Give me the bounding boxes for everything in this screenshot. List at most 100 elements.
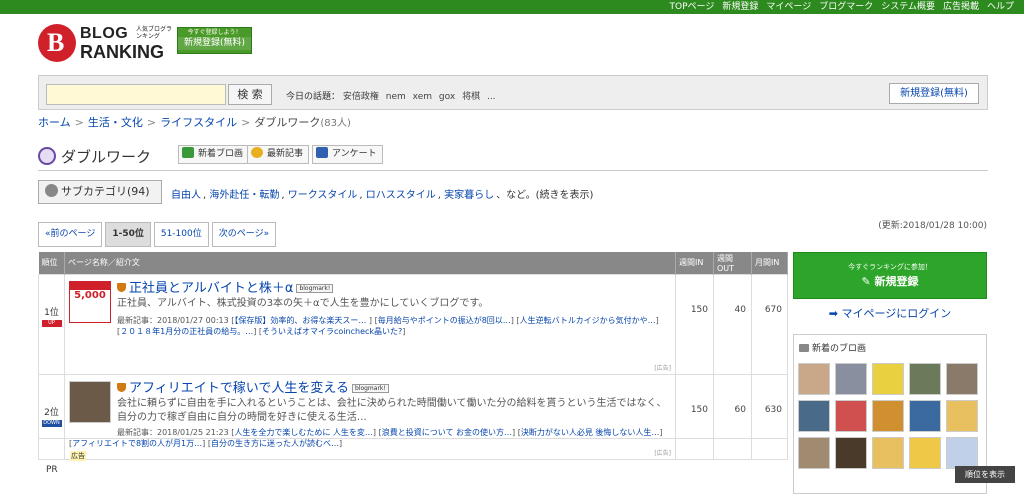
- page-title: ダブルワーク: [61, 147, 152, 166]
- topics-label: 今日の話題：: [286, 92, 341, 102]
- blog-image-thumb[interactable]: [946, 363, 978, 395]
- category-header: ダブルワーク: [38, 143, 151, 169]
- camera-icon: [182, 147, 194, 158]
- blog-image-grid: [798, 363, 984, 469]
- latest-articles-button[interactable]: 最新記事: [247, 145, 310, 164]
- topic-link[interactable]: ...: [487, 92, 496, 102]
- blog-ranking-logo[interactable]: B BLOG 人気ブログランキング RANKING: [38, 24, 178, 62]
- login-link-wrap: ➡ マイページにログイン: [793, 305, 987, 321]
- page-1-50[interactable]: 1-50位: [105, 222, 151, 247]
- subcategory-link[interactable]: 海外赴任・転勤: [209, 190, 279, 201]
- breadcrumb: ホーム > 生活・文化 > ライフスタイル > ダブルワーク(83人): [38, 116, 351, 129]
- article-link[interactable]: 決断力がない人必見 後悔しない人生…: [521, 428, 660, 437]
- topnav-register[interactable]: 新規登録: [722, 1, 758, 13]
- blog-thumbnail[interactable]: 5,000: [69, 280, 111, 323]
- pen-icon: ✎: [861, 275, 875, 288]
- show-rank-button[interactable]: 順位を表示: [955, 466, 1015, 483]
- breadcrumb-lifestyle[interactable]: ライフスタイル: [160, 116, 237, 129]
- rank-up-badge: UP: [41, 319, 62, 327]
- blog-image-thumb[interactable]: [909, 437, 941, 469]
- blog-image-thumb[interactable]: [798, 437, 830, 469]
- divider: [38, 170, 988, 171]
- last-updated: (更新:2018/01/28 10:00): [878, 221, 987, 231]
- member-count: (83人): [320, 118, 351, 129]
- in-month-value: 670: [751, 273, 788, 375]
- topnav-ads[interactable]: 広告掲載: [943, 1, 979, 13]
- breadcrumb-current: ダブルワーク: [254, 116, 321, 129]
- search-bar: 検 索 今日の話題： 安倍政権 nem xem gox 将棋 ... 新規登録(…: [38, 75, 988, 110]
- blog-image-thumb[interactable]: [798, 363, 830, 395]
- topnav-mypage[interactable]: マイページ: [766, 1, 811, 13]
- blog-title-link[interactable]: 正社員とアルバイトと株＋α: [129, 281, 293, 296]
- article-link[interactable]: 人生を全力で楽しむために 人生を変…: [234, 428, 373, 437]
- search-input[interactable]: [46, 84, 226, 105]
- article-link[interactable]: 毎月給与やポイントの振込が8回以…: [378, 316, 511, 325]
- logo-b-icon: B: [38, 24, 76, 62]
- article-link[interactable]: 人生逆転バトルカイジから気付かや…: [520, 316, 656, 325]
- breadcrumb-lifestyle-culture[interactable]: 生活・文化: [88, 116, 143, 129]
- shield-icon: [117, 282, 126, 292]
- ranking-table: 順位 ページ名称／紹介文 週間IN 週間OUT 月間IN 1位 UP 5,000…: [38, 252, 788, 460]
- trending-topics: 今日の話題： 安倍政権 nem xem gox 将棋 ...: [286, 89, 500, 102]
- topnav-system[interactable]: システム概要: [881, 1, 935, 13]
- blog-image-thumb[interactable]: [872, 400, 904, 432]
- category-emblem-icon: [38, 147, 56, 165]
- breadcrumb-home[interactable]: ホーム: [38, 116, 71, 129]
- mypage-login-link[interactable]: マイページにログイン: [841, 307, 951, 320]
- blog-title-link[interactable]: アフィリエイトで稼いで人生を変える: [129, 381, 349, 396]
- blog-image-thumb[interactable]: [946, 400, 978, 432]
- blog-image-thumb[interactable]: [835, 400, 867, 432]
- col-rank: 順位: [38, 252, 65, 274]
- topic-link[interactable]: 将棋: [462, 92, 480, 102]
- survey-button[interactable]: アンケート: [312, 145, 383, 164]
- blog-description: 会社に頼らずに自由を手に入れるということは、会社に決められた時間働いて働いた分の…: [117, 397, 667, 423]
- topnav-top[interactable]: TOPページ: [670, 1, 715, 13]
- next-page-button[interactable]: 次のページ»: [211, 222, 277, 247]
- join-ranking-button[interactable]: 今すぐランキングに参加！ ✎ 新規登録: [793, 252, 987, 299]
- article-link[interactable]: 浪費と投資について お金の使い方…: [382, 428, 512, 437]
- col-name: ページ名称／紹介文: [64, 252, 676, 274]
- subcategory-button[interactable]: サブカテゴリ(94): [38, 180, 162, 204]
- topic-link[interactable]: 安倍政権: [343, 92, 379, 102]
- blog-image-thumb[interactable]: [835, 437, 867, 469]
- pr-row: PR 広告: [38, 438, 788, 483]
- topnav-blogmark[interactable]: ブログマーク: [819, 1, 873, 13]
- latest-articles: 最新記事：2018/01/25 21:23 [人生を全力で楽しむために 人生を変…: [117, 427, 663, 437]
- subcategory-link[interactable]: 自由人: [171, 190, 201, 201]
- join-main-text: ✎ 新規登録: [861, 275, 919, 288]
- article-link[interactable]: そういえばオマイラcoincheck晶いた?: [262, 327, 402, 336]
- register-banner[interactable]: 今すぐ登録しよう！ 新規登録(無料): [177, 27, 252, 54]
- blog-image-thumb[interactable]: [798, 400, 830, 432]
- page-51-100[interactable]: 51-100位: [153, 222, 209, 247]
- blog-entry: 5,000 正社員とアルバイトと株＋α blogmark! 正社員、アルバイト、株…: [65, 275, 675, 374]
- topic-link[interactable]: gox: [439, 92, 455, 102]
- blog-image-thumb[interactable]: [909, 363, 941, 395]
- topic-link[interactable]: xem: [413, 92, 432, 102]
- search-button[interactable]: 検 索: [228, 84, 272, 105]
- register-button[interactable]: 新規登録(無料): [889, 83, 979, 104]
- article-link[interactable]: 【保存版】効率的、お得な楽天スー…: [234, 316, 366, 325]
- blog-image-thumb[interactable]: [835, 363, 867, 395]
- prev-page-button[interactable]: «前のページ: [38, 222, 103, 247]
- blog-image-thumb[interactable]: [872, 437, 904, 469]
- blog-image-thumb[interactable]: [946, 437, 978, 469]
- subcategory-link[interactable]: ロハススタイル: [366, 190, 436, 201]
- new-blog-images-button[interactable]: 新着ブロ画: [178, 145, 250, 164]
- subcategory-link[interactable]: 実家暮らし: [444, 190, 494, 201]
- blog-image-thumb[interactable]: [872, 363, 904, 395]
- subcategory-more[interactable]: など。(続きを表示): [506, 190, 593, 201]
- article-link[interactable]: ２０１８年1月分の正社員の給与。…: [120, 327, 253, 336]
- camera-icon: [799, 344, 809, 352]
- blogmark-badge[interactable]: blogmark!: [351, 383, 389, 393]
- blog-image-thumb[interactable]: [909, 400, 941, 432]
- arrow-icon: ➡: [828, 307, 842, 320]
- blogmark-badge[interactable]: blogmark!: [296, 283, 334, 293]
- ad-note: [広告]: [654, 364, 671, 372]
- col-in-month: 月間IN: [751, 252, 788, 274]
- subcategory-link[interactable]: ワークスタイル: [288, 190, 358, 201]
- topic-link[interactable]: nem: [386, 92, 406, 102]
- shield-icon: [117, 382, 126, 392]
- table-row: 1位 UP 5,000 正社員とアルバイトと株＋α blogmark! 正社員、ア…: [38, 273, 788, 375]
- blog-thumbnail[interactable]: [69, 380, 111, 423]
- topnav-help[interactable]: ヘルプ: [987, 1, 1014, 13]
